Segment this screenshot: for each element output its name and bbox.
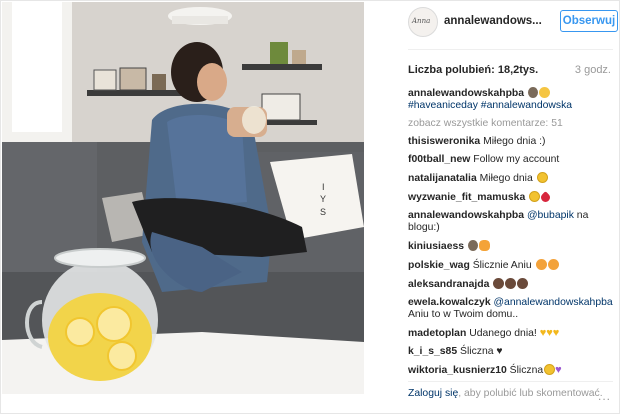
comment-text: Miłego dnia <box>479 173 533 184</box>
ellipsis-icon[interactable]: ... <box>598 389 611 403</box>
post-header: Anna annalewandows... Obserwuj <box>408 7 618 39</box>
sunglasses-emoji-icon <box>538 87 550 98</box>
photo-illustration: I Y S <box>2 2 364 394</box>
username-link[interactable]: annalewandows... <box>444 15 542 27</box>
comment-user[interactable]: f00tball_new <box>408 154 470 165</box>
post-photo[interactable]: I Y S <box>2 2 364 394</box>
smile-emoji-icon <box>529 191 541 202</box>
comment: aleksandranajda <box>408 278 613 291</box>
caption-user[interactable]: annalewandowskahpba <box>408 88 524 99</box>
cat-emoji-icon <box>547 259 559 270</box>
comment: ewela.kowalczyk @annalewandowskahpba Ani… <box>408 297 613 321</box>
svg-text:I: I <box>322 182 325 192</box>
comment: wyzwanie_fit_mamuska <box>408 191 613 204</box>
avatar[interactable]: Anna <box>408 7 438 37</box>
comment-user[interactable]: natalijanatalia <box>408 173 477 184</box>
comment-user[interactable]: ewela.kowalczyk <box>408 297 491 308</box>
post-sidebar: Anna annalewandows... Obserwuj Liczba po… <box>397 1 618 415</box>
comment-user[interactable]: k_i_s_s85 <box>408 346 457 357</box>
comment-text: Śliczna <box>509 365 544 376</box>
comment-text: Miłego dnia :) <box>483 136 546 147</box>
comment-user[interactable]: wyzwanie_fit_mamuska <box>408 192 525 203</box>
monkey-emoji-icon <box>493 278 505 289</box>
comment-text: Follow my account <box>473 154 560 165</box>
likes-label: Liczba polubień: <box>408 64 495 76</box>
comment: wiktoria_kusnierz10 Śliczna ♥ <box>408 364 613 377</box>
smile-emoji-icon <box>536 172 548 183</box>
view-all-comments-link[interactable]: zobacz wszystkie komentarze: 51 <box>408 118 613 130</box>
comment: kiniusiaess <box>408 240 613 253</box>
comment-text: Ślicznie Aniu <box>472 260 532 271</box>
hands-emoji-icon <box>467 240 478 251</box>
svg-text:Y: Y <box>320 194 326 204</box>
comment-user[interactable]: madetoplan <box>408 328 466 339</box>
comments-list: annalewandowskahpba #haveaniceday #annal… <box>408 87 613 383</box>
post-footer: Zaloguj się, aby polubić lub skomentować… <box>408 387 613 400</box>
comment: natalijanatalia Miłego dnia <box>408 172 613 185</box>
comment: k_i_s_s85 Śliczna ♥ <box>408 346 613 358</box>
comment-text: Śliczna ♥ <box>460 346 503 357</box>
footer-divider <box>408 381 613 382</box>
comment: f00tball_new Follow my account <box>408 154 613 166</box>
comment-user[interactable]: annalewandowskahpba <box>408 210 524 221</box>
clap-emoji-icon <box>478 240 490 251</box>
comment-text: Aniu to w Twoim domu.. <box>408 309 519 320</box>
post-frame: I Y S Anna annalewandows... Obserwuj Lic… <box>0 0 620 414</box>
comment-user[interactable]: aleksandranajda <box>408 279 489 290</box>
cat-emoji-icon <box>535 259 547 270</box>
monkey-emoji-icon <box>517 278 529 289</box>
comment-mention[interactable]: @bubapik <box>527 210 574 221</box>
svg-text:S: S <box>320 207 326 217</box>
comment-user[interactable]: wiktoria_kusnierz10 <box>408 365 507 376</box>
caption: annalewandowskahpba #haveaniceday #annal… <box>408 87 613 112</box>
login-prompt-text: , aby polubić lub skomentować. <box>458 388 603 399</box>
comment: madetoplan Udanego dnia! ♥♥♥ <box>408 327 613 340</box>
heart-emoji-icon <box>539 191 553 204</box>
comment: polskie_wag Ślicznie Aniu <box>408 259 613 272</box>
login-link[interactable]: Zaloguj się <box>408 388 458 399</box>
likes-count: Liczba polubień: 18,2tys. <box>408 64 538 76</box>
comment-mention[interactable]: @annalewandowskahpba <box>494 297 613 308</box>
avatar-text: Anna <box>412 17 431 25</box>
header-divider <box>408 49 613 50</box>
comment-user[interactable]: kiniusiaess <box>408 241 464 252</box>
monkey-emoji-icon <box>505 278 517 289</box>
comment: thisisweronika Miłego dnia :) <box>408 136 613 148</box>
comment-text: Udanego dnia! <box>469 328 537 339</box>
caption-hashtags[interactable]: #haveaniceday #annalewandowska <box>408 100 572 111</box>
comment-user[interactable]: thisisweronika <box>408 136 480 147</box>
hands-emoji-icon <box>527 87 538 98</box>
follow-button[interactable]: Obserwuj <box>560 10 618 32</box>
comment: annalewandowskahpba @bubapik na blogu:) <box>408 210 613 234</box>
post-time[interactable]: 3 godz. <box>575 64 611 76</box>
purple-heart-icon: ♥ <box>555 364 562 376</box>
likes-value[interactable]: 18,2tys. <box>498 64 538 76</box>
comment-user[interactable]: polskie_wag <box>408 260 470 271</box>
yellow-heart-icon: ♥♥♥ <box>539 327 560 339</box>
smile-emoji-icon <box>544 364 556 375</box>
